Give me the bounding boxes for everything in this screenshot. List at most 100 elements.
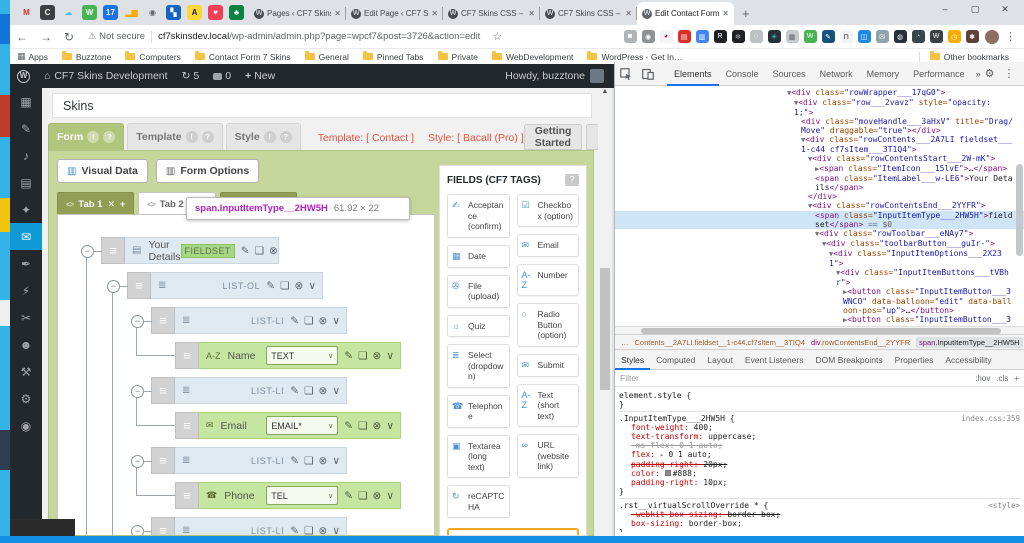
extension-icon[interactable]: ◕ (659, 30, 673, 43)
new-content-menu[interactable]: + New (245, 70, 275, 82)
expand-chevron-icon[interactable]: ∨ (386, 420, 394, 432)
duplicate-icon[interactable]: ❏ (255, 245, 264, 257)
alert-badge[interactable]: ! (185, 131, 198, 143)
editor-tab[interactable]: Form ! ? (48, 123, 125, 150)
css-property[interactable]: padding-right: 20px; (619, 460, 1020, 469)
pinned-tab-icon[interactable]: ▂▆ (124, 5, 139, 20)
sidebar-menu-item[interactable]: ◉ (10, 412, 42, 439)
fields-help-button[interactable]: ? (565, 174, 579, 186)
duplicate-icon[interactable]: ❏ (358, 350, 367, 362)
drag-handle[interactable]: ≡ (175, 412, 199, 439)
scrollbar-thumb[interactable] (600, 268, 610, 390)
browser-tab[interactable]: W Pages ‹ CF7 Skins Team — Wo ✕ (249, 2, 346, 25)
breadcrumb-item[interactable]: Contents__2A7LI.fieldset__1-c44.cf7sItem… (635, 338, 806, 347)
tab-close-icon[interactable]: ✕ (625, 9, 632, 18)
tree-row[interactable]: − ≡ ☎ Phone TEL ∨ ✎ (175, 482, 401, 509)
browser-tab[interactable]: W Edit Page ‹ CF7 Skins Team — ✕ (346, 2, 443, 25)
duplicate-icon[interactable]: ❏ (304, 315, 313, 327)
drag-handle[interactable]: ≡ (127, 272, 151, 299)
pinned-tab-icon[interactable]: ◉ (145, 5, 160, 20)
tree-row[interactable]: − ≡ ▤ Your Details FIELDSET ∨ ✎ (81, 237, 279, 264)
duplicate-icon[interactable]: ❏ (304, 385, 313, 397)
delete-icon[interactable]: ⊗ (269, 245, 278, 257)
sidebar-menu-item[interactable]: ✉ (10, 223, 42, 250)
css-source-link[interactable]: <style> (988, 501, 1020, 510)
field-tag-button[interactable]: A-Z Text (short text) (516, 383, 579, 427)
field-tag-button[interactable]: ▣ Textarea (long text) (447, 434, 510, 478)
editor-tab[interactable]: Template ! ? (127, 123, 223, 150)
tree-row[interactable]: − ≡ ✉ Email EMAIL* ∨ ✎ (175, 412, 401, 439)
edit-icon[interactable]: ✎ (266, 280, 275, 292)
reload-button[interactable]: ↻ (64, 30, 74, 44)
pinned-tab-icon[interactable]: ♣ (229, 5, 244, 20)
delete-icon[interactable]: ⊗ (319, 525, 328, 536)
editor-link-button[interactable]: Getting Started (523, 124, 583, 150)
code-line[interactable]: ▼<div class="rowContents___2A7LI fieldse… (615, 135, 1024, 154)
edit-icon[interactable]: ✎ (290, 315, 299, 327)
extension-icon[interactable]: ◍ (893, 30, 907, 43)
breadcrumb-item[interactable]: div.rowContentsEnd__2YYFR (811, 338, 910, 347)
toolbar-button[interactable]: ▥ Visual Data (57, 159, 148, 183)
extension-icon[interactable]: ⊓ (839, 30, 853, 43)
expand-chevron-icon[interactable]: ∨ (386, 490, 394, 502)
code-line[interactable]: ▼<div class="rowContentsStart___2W-mK"> (615, 154, 1024, 164)
styles-tab[interactable]: Layout (701, 350, 739, 370)
expand-chevron-icon[interactable]: ∨ (332, 315, 340, 327)
devtools-tab[interactable]: Elements (667, 62, 719, 86)
sidebar-menu-item[interactable]: ✦ (10, 196, 42, 223)
delete-icon[interactable]: ⊗ (319, 315, 328, 327)
collapse-toggle-icon[interactable]: − (131, 385, 152, 398)
extension-icon[interactable]: W (929, 30, 943, 43)
filter-toggle[interactable]: + (1014, 374, 1019, 383)
edit-icon[interactable]: ✎ (290, 385, 299, 397)
browser-tab[interactable]: W Edit Contact Form ‹ CF7 Skins ✕ (637, 2, 734, 25)
extension-icon[interactable]: ◙ (623, 30, 637, 43)
toolbar-button[interactable]: ▥ Form Options (155, 159, 260, 183)
breadcrumb-item[interactable]: span.InputItemType__2HW5H (916, 336, 1023, 348)
extension-icon[interactable]: ◷ (947, 30, 961, 43)
extension-icon[interactable]: ✎ (821, 30, 835, 43)
collapse-toggle-icon[interactable]: − (107, 280, 128, 293)
edit-icon[interactable]: ✎ (344, 350, 353, 362)
chrome-menu-icon[interactable]: ⋮ (1005, 30, 1016, 43)
sidebar-menu-item[interactable]: ✎ (10, 115, 42, 142)
extension-icon[interactable]: ◔ (911, 30, 925, 43)
editor-tab[interactable]: Style ! ? (225, 123, 301, 150)
devtools-tab[interactable]: Console (719, 62, 766, 86)
code-line[interactable]: ▼<div class="row___2vavz" style="opacity… (615, 98, 1024, 117)
elements-tree[interactable]: ▼<div class="rowWrapper___17qG0"> ▼<div c… (615, 86, 1024, 326)
subtab-add-icon[interactable]: + (120, 199, 125, 209)
field-tag-button[interactable]: ✇ File (upload) (447, 274, 510, 308)
page-scrollbar[interactable]: ▲ (598, 88, 612, 536)
collapse-toggle-icon[interactable]: − (131, 315, 152, 328)
field-tag-button[interactable]: ✉ Submit (516, 353, 579, 377)
updates-menu[interactable]: ↻ 5 (182, 70, 200, 82)
tab-close-icon[interactable]: ✕ (722, 9, 729, 18)
extension-icon[interactable]: ▥ (695, 30, 709, 43)
css-property[interactable]: padding-right: 10px; (619, 478, 1020, 487)
not-secure-label[interactable]: Not secure (99, 31, 145, 42)
more-tabs-icon[interactable]: » (972, 69, 985, 79)
expand-chevron-icon[interactable]: ∨ (332, 385, 340, 397)
code-line[interactable]: </div> (615, 192, 1024, 201)
tree-row[interactable]: − ≡ ≣ LIST-LI ∨ ✎ (131, 377, 347, 404)
pinned-tab-icon[interactable]: ▚ (166, 5, 181, 20)
bookmark-folder[interactable]: General (304, 51, 349, 62)
bookmark-folder[interactable]: Pinned Tabs (362, 51, 424, 62)
delete-icon[interactable]: ⊗ (319, 385, 328, 397)
tab-close-icon[interactable]: ✕ (431, 9, 438, 18)
drag-handle[interactable]: ≡ (175, 482, 199, 509)
devtools-settings-icon[interactable]: ⚙ (985, 67, 995, 80)
site-name-menu[interactable]: ⌂ CF7 Skins Development (44, 70, 168, 82)
omnibox[interactable]: ⚠ Not secure cf7skinsdev.local /wp-admin… (88, 30, 480, 43)
tree-row[interactable]: − ≡ ≣ LIST-LI ∨ ✎ (131, 447, 347, 474)
back-button[interactable]: ← (16, 30, 28, 44)
css-rule[interactable]: element.style {} (619, 389, 1020, 412)
extension-icon[interactable]: ✱ (965, 30, 979, 43)
pinned-tab-icon[interactable]: ♥ (208, 5, 223, 20)
code-line[interactable]: ▼<div class="InputItemOptions___2X231"> (615, 249, 1024, 268)
sidebar-menu-item[interactable]: ✒ (10, 250, 42, 277)
delete-icon[interactable]: ⊗ (319, 455, 328, 467)
styles-filter-input[interactable] (620, 373, 976, 383)
css-property[interactable]: font-weight: 400; (619, 423, 1020, 432)
